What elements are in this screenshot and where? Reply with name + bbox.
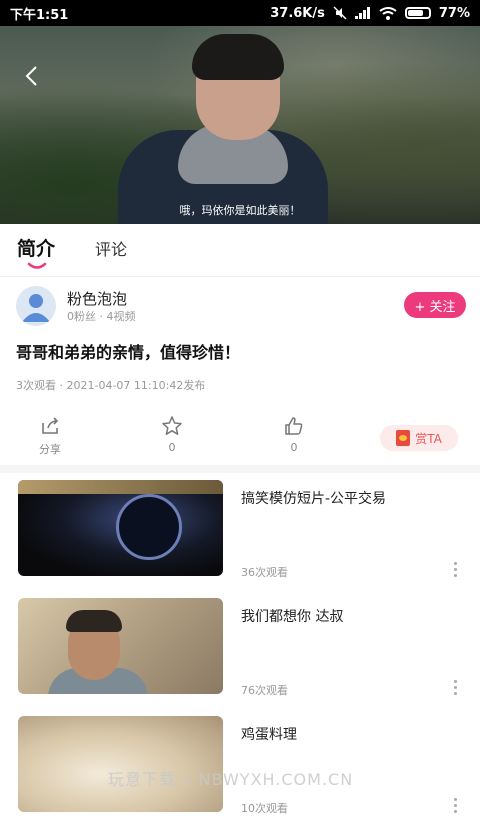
like-button[interactable]: 0 bbox=[264, 415, 324, 454]
list-item-title[interactable]: 我们都想你 达叔 bbox=[241, 606, 343, 626]
favorite-button[interactable]: 0 bbox=[142, 415, 202, 454]
status-time: 下午1:51 bbox=[10, 7, 69, 23]
list-item-title[interactable]: 鸡蛋料理 bbox=[241, 724, 297, 744]
video-title: 哥哥和弟弟的亲情，值得珍惜！ bbox=[16, 343, 241, 362]
list-item-title[interactable]: 搞笑模仿短片-公平交易 bbox=[241, 488, 386, 508]
watermark: 玩意下载 • NBWYXH.COM.CN bbox=[108, 770, 354, 789]
default-avatar-icon bbox=[22, 294, 50, 322]
signal-icon bbox=[354, 7, 370, 19]
mute-icon bbox=[333, 6, 347, 20]
favorite-count: 0 bbox=[168, 441, 176, 454]
battery-fill bbox=[407, 10, 423, 16]
video-frame-person bbox=[118, 34, 328, 224]
avatar[interactable] bbox=[16, 286, 56, 326]
list-item-views: 10次观看 bbox=[241, 802, 288, 815]
tab-bar: 简介 评论 bbox=[0, 224, 480, 277]
reward-label: 赏TA bbox=[415, 431, 442, 446]
status-right: 37.6K/s 77% bbox=[270, 6, 470, 21]
author-stats: 0粉丝 · 4视频 bbox=[67, 310, 136, 323]
list-item[interactable]: 我们都想你 达叔 76次观看 bbox=[18, 598, 468, 698]
video-thumbnail[interactable] bbox=[18, 480, 223, 576]
share-label: 分享 bbox=[39, 443, 61, 456]
more-options-icon[interactable] bbox=[454, 680, 458, 696]
author-name[interactable]: 粉色泡泡 bbox=[67, 288, 127, 309]
list-item[interactable]: 搞笑模仿短片-公平交易 36次观看 bbox=[18, 480, 468, 580]
share-button[interactable]: 分享 bbox=[20, 415, 80, 457]
more-options-icon[interactable] bbox=[454, 562, 458, 578]
video-thumbnail[interactable] bbox=[18, 716, 223, 812]
wifi-icon bbox=[379, 6, 397, 20]
back-arrow-icon[interactable] bbox=[20, 64, 44, 88]
tab-intro[interactable]: 简介 bbox=[17, 234, 55, 261]
video-meta: 3次观看 · 2021-04-07 11:10:42发布 bbox=[16, 379, 206, 392]
more-options-icon[interactable] bbox=[454, 798, 458, 814]
star-icon bbox=[162, 416, 182, 435]
reward-button[interactable]: 赏TA bbox=[380, 425, 458, 451]
list-item-views: 76次观看 bbox=[241, 684, 288, 697]
status-bar: 下午1:51 37.6K/s 77% bbox=[0, 0, 480, 26]
video-thumbnail[interactable] bbox=[18, 598, 223, 694]
author-row: 粉色泡泡 0粉丝 · 4视频 + 关注 bbox=[16, 286, 466, 326]
action-bar: 分享 0 0 赏TA bbox=[0, 405, 480, 473]
battery-percent: 77% bbox=[438, 5, 470, 21]
video-subtitle: 哦，玛依你是如此美丽！ bbox=[179, 204, 301, 217]
red-envelope-icon bbox=[396, 430, 411, 446]
tab-comments[interactable]: 评论 bbox=[95, 236, 127, 260]
network-speed: 37.6K/s bbox=[270, 5, 325, 21]
battery-icon bbox=[404, 7, 431, 19]
like-count: 0 bbox=[290, 441, 298, 454]
list-item-views: 36次观看 bbox=[241, 566, 288, 579]
video-player[interactable]: 哦，玛依你是如此美丽！ bbox=[0, 26, 480, 224]
thumbs-up-icon bbox=[285, 417, 303, 435]
share-icon bbox=[42, 417, 59, 434]
tab-active-indicator bbox=[27, 262, 47, 269]
follow-button[interactable]: + 关注 bbox=[404, 292, 466, 318]
